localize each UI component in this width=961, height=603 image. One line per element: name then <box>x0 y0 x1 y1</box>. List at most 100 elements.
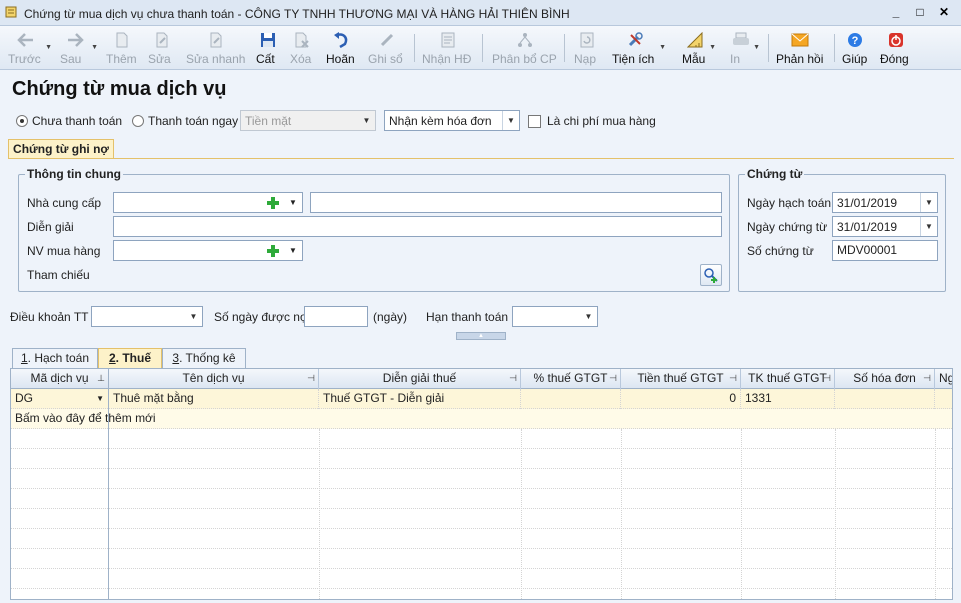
delete-button[interactable]: Xóa <box>290 30 314 68</box>
chevron-down-icon: ▼ <box>189 312 198 321</box>
supplier-name-input[interactable] <box>310 192 722 213</box>
close-window-button[interactable]: ✕ <box>935 4 953 20</box>
maximize-button[interactable]: □ <box>911 4 929 20</box>
quick-edit-button[interactable]: Sửa nhanh <box>186 30 246 68</box>
purchaser-dropdown-icon[interactable]: ▼ <box>289 246 297 255</box>
add-button[interactable]: Thêm <box>106 30 138 68</box>
supplier-dropdown-icon[interactable]: ▼ <box>289 198 297 207</box>
add-new-hint[interactable]: Bấm vào đây để thêm mới <box>11 409 952 429</box>
posting-date-picker[interactable]: 31/01/2019 ▼ <box>832 192 938 213</box>
empty-row <box>11 429 952 449</box>
help-icon: ? <box>848 33 862 47</box>
pin-icon[interactable]: ⊣ <box>509 369 517 388</box>
days-input[interactable] <box>304 306 368 327</box>
cell-invoice-no[interactable] <box>835 389 935 409</box>
tab-statistics[interactable]: 3. Thống kê <box>162 348 246 368</box>
printer-icon <box>733 32 749 45</box>
grid-column-line <box>741 429 742 599</box>
empty-row <box>11 449 952 469</box>
load-button[interactable]: Nạp <box>574 30 600 68</box>
cell-service-code[interactable]: DG ▼ <box>11 389 109 409</box>
undo-button[interactable]: Hoãn <box>326 30 356 68</box>
cell-tax-description[interactable]: Thuế GTGT - Diễn giải <box>319 389 521 409</box>
add-reference-button[interactable] <box>700 264 722 286</box>
payment-method-select[interactable]: Tiền mặt ▼ <box>240 110 376 131</box>
column-header-service-code[interactable]: Mã dịch vụ ⊥ <box>11 369 109 389</box>
pin-icon[interactable]: ⊣ <box>307 369 315 388</box>
chevron-down-icon[interactable]: ▼ <box>96 389 104 408</box>
voucher-no-label: Số chứng từ <box>747 244 814 258</box>
pin-icon[interactable]: ⊣ <box>923 369 931 388</box>
add-purchaser-button[interactable] <box>264 241 282 260</box>
cell-service-name[interactable]: Thuê mặt bằng <box>109 389 319 409</box>
print-button[interactable]: In ▼ <box>730 30 760 68</box>
grid-column-line <box>835 429 836 599</box>
pin-icon[interactable]: ⊣ <box>729 369 737 388</box>
column-header-service-name[interactable]: Tên dịch vụ ⊣ <box>109 369 319 389</box>
title-bar: Chứng từ mua dịch vụ chưa thanh toán - C… <box>0 0 961 26</box>
prev-button[interactable]: Trước ▼ <box>8 30 52 68</box>
edit-button[interactable]: Sửa <box>148 30 176 68</box>
expense-checkbox[interactable]: Là chi phí mua hàng <box>528 114 656 128</box>
add-supplier-button[interactable] <box>264 193 282 212</box>
pin-icon[interactable]: ⊣ <box>823 369 831 388</box>
empty-row <box>11 489 952 509</box>
column-header-date[interactable]: Ng <box>935 369 952 389</box>
tab-tax-key: 2 <box>108 351 116 365</box>
cell-tax-account[interactable]: 1331 <box>741 389 835 409</box>
column-header-tax-rate[interactable]: % thuế GTGT ⊣ <box>521 369 621 389</box>
due-date-picker[interactable]: ▼ <box>512 306 598 327</box>
column-header-invoice-no[interactable]: Số hóa đơn ⊣ <box>835 369 935 389</box>
description-input[interactable] <box>113 216 722 237</box>
radio-indicator <box>132 115 144 127</box>
help-button[interactable]: ? Giúp <box>842 30 868 68</box>
cell-tax-rate[interactable] <box>521 389 621 409</box>
plus-icon <box>267 244 279 257</box>
refresh-document-icon <box>580 32 594 48</box>
voucher-date-picker[interactable]: 31/01/2019 ▼ <box>832 216 938 237</box>
grid-column-line <box>319 429 320 599</box>
invoice-option-select[interactable]: Nhận kèm hóa đơn ▼ <box>384 110 520 131</box>
allocate-cost-button[interactable]: Phân bổ CP <box>492 30 558 68</box>
tab-divider <box>8 158 954 159</box>
empty-row <box>11 509 952 529</box>
pin-icon[interactable]: ⊣ <box>609 369 617 388</box>
column-header-tax-account[interactable]: TK thuế GTGT ⊣ <box>741 369 835 389</box>
column-header-label: % thuế GTGT <box>533 371 608 385</box>
voucher-date-label: Ngày chứng từ <box>747 220 828 234</box>
tab-statistics-label: . Thống kê <box>179 351 236 365</box>
receive-invoice-button[interactable]: Nhận HĐ <box>422 30 474 68</box>
tab-tax[interactable]: 2. Thuế <box>98 348 162 368</box>
paid-now-radio[interactable]: Thanh toán ngay <box>132 114 238 128</box>
allocation-icon <box>518 33 532 47</box>
pin-icon[interactable]: ⊥ <box>97 369 105 388</box>
column-header-tax-amount[interactable]: Tiền thuế GTGT ⊣ <box>621 369 741 389</box>
terms-select[interactable]: ▼ <box>91 306 203 327</box>
tab-accounting[interactable]: 1. Hạch toán <box>12 348 98 368</box>
close-form-button[interactable]: Đóng <box>880 30 912 68</box>
collapse-panel-button[interactable]: ▲ <box>456 332 506 340</box>
column-header-tax-description[interactable]: Diễn giải thuế ⊣ <box>319 369 521 389</box>
arrow-right-icon <box>68 33 84 47</box>
tab-debit-voucher[interactable]: Chứng từ ghi nợ <box>8 139 114 159</box>
payment-method-value: Tiền mặt <box>245 113 292 128</box>
chevron-down-icon: ▼ <box>920 193 937 212</box>
utilities-button[interactable]: Tiện ích ▼ <box>612 30 666 68</box>
cell-tax-amount[interactable]: 0 <box>621 389 741 409</box>
minimize-button[interactable]: _ <box>887 4 905 20</box>
tax-grid[interactable]: Mã dịch vụ ⊥ Tên dịch vụ ⊣ Diễn giải thuế ⊣… <box>10 368 953 600</box>
post-button[interactable]: Ghi sổ <box>368 30 406 68</box>
posting-date-label: Ngày hạch toán <box>747 196 832 210</box>
voucher-no-input[interactable]: MDV00001 <box>832 240 938 261</box>
template-button[interactable]: Mẫu ▼ <box>682 30 716 68</box>
delete-document-icon <box>295 32 309 48</box>
next-button[interactable]: Sau ▼ <box>60 30 98 68</box>
unpaid-radio[interactable]: Chưa thanh toán <box>16 114 122 128</box>
empty-row <box>11 549 952 569</box>
toolbar-separator <box>834 34 835 62</box>
table-row[interactable]: DG ▼ Thuê mặt bằng Thuế GTGT - Diễn giải … <box>11 389 952 409</box>
chevron-down-icon: ▼ <box>753 44 760 51</box>
save-button[interactable]: Cất <box>256 30 280 68</box>
feedback-button[interactable]: Phản hồi <box>776 30 824 68</box>
add-new-row[interactable]: Bấm vào đây để thêm mới <box>11 409 952 429</box>
